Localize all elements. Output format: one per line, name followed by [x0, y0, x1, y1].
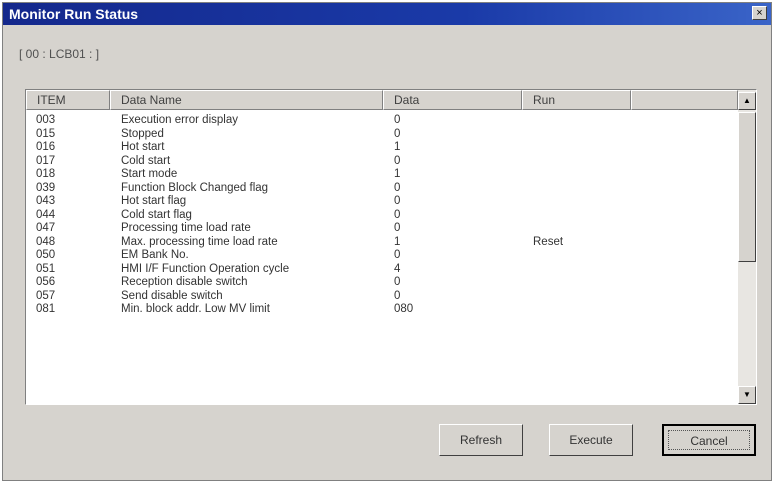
row-data-cell: 0: [394, 154, 401, 167]
row-data-name-cell: Execution error display: [121, 114, 238, 126]
table-row[interactable]: 057 Send disable switch 0: [26, 290, 738, 304]
execute-label: Execute: [569, 433, 613, 447]
scroll-thumb[interactable]: [738, 112, 756, 262]
row-data-cell: 1: [394, 141, 401, 153]
row-item-cell: 047: [36, 222, 56, 234]
row-item-cell: 015: [36, 127, 56, 140]
row-data-cell: 0: [394, 208, 401, 221]
row-data-cell: 0: [394, 249, 401, 261]
row-item-cell: 039: [36, 181, 56, 194]
row-data-cell: 0: [394, 276, 401, 288]
title-bar[interactable]: Monitor Run Status ×: [3, 3, 771, 25]
row-data-cell: 0: [394, 127, 401, 140]
row-data-name-cell: Function Block Changed flag: [121, 181, 269, 194]
station-address: [ 00 : LCB01 : ]: [19, 47, 100, 61]
row-item-cell: 051: [36, 262, 56, 275]
row-data-cell: 0: [394, 222, 401, 234]
row-data-name-cell: Cold start: [121, 154, 171, 167]
table-row[interactable]: 050 EM Bank No. 0: [26, 249, 738, 263]
refresh-button[interactable]: Refresh: [439, 424, 523, 456]
row-item-cell: 044: [36, 208, 56, 221]
row-item-cell: 003: [36, 114, 56, 126]
row-data-cell: 1: [394, 235, 401, 248]
table-row[interactable]: 048 Max. processing time load rate 1 Reset: [26, 236, 738, 250]
row-item-cell: 017: [36, 154, 56, 167]
up-arrow-icon: ▲: [743, 96, 751, 105]
row-item-cell: 043: [36, 195, 56, 207]
table-row[interactable]: 015 Stopped 0: [26, 128, 738, 142]
row-item-cell: 016: [36, 141, 56, 153]
row-item-cell: 018: [36, 168, 56, 180]
row-data-name-cell: Hot start: [121, 141, 165, 153]
column-header-item[interactable]: ITEM: [26, 90, 110, 110]
status-list[interactable]: ITEM Data Name Data Run 003 Execution err…: [25, 89, 757, 405]
row-item-cell: 057: [36, 289, 56, 302]
row-data-cell: 4: [394, 262, 401, 275]
row-item-cell: 050: [36, 249, 56, 261]
table-row[interactable]: 017 Cold start 0: [26, 155, 738, 169]
column-header-empty[interactable]: [631, 90, 738, 110]
vertical-scrollbar[interactable]: ▲ ▼: [738, 90, 756, 404]
refresh-label: Refresh: [459, 433, 503, 447]
scroll-down-button[interactable]: ▼: [738, 386, 756, 404]
down-arrow-icon: ▼: [743, 390, 751, 399]
row-data-cell: 0: [394, 195, 401, 207]
execute-button[interactable]: Execute: [549, 424, 633, 456]
close-button[interactable]: ×: [752, 6, 767, 20]
row-data-name-cell: Stopped: [121, 127, 164, 140]
row-data-cell: 080: [394, 303, 414, 315]
column-header-data-name[interactable]: Data Name: [110, 90, 383, 110]
row-data-name-cell: Reception disable switch: [121, 276, 248, 288]
row-data-name-cell: Min. block addr. Low MV limit: [121, 303, 270, 315]
column-header-run[interactable]: Run: [522, 90, 631, 110]
row-data-name-cell: EM Bank No.: [121, 249, 189, 261]
monitor-run-status-dialog: Monitor Run Status × [ 00 : LCB01 : ] IT…: [2, 2, 772, 481]
table-row[interactable]: 056 Reception disable switch 0: [26, 276, 738, 290]
row-data-cell: 0: [394, 289, 401, 302]
column-header-data[interactable]: Data: [383, 90, 522, 110]
table-row[interactable]: 018 Start mode 1: [26, 168, 738, 182]
row-data-name-cell: Send disable switch: [121, 289, 223, 302]
row-data-name-cell: Processing time load rate: [121, 222, 251, 234]
window-title: Monitor Run Status: [9, 6, 139, 22]
scroll-up-button[interactable]: ▲: [738, 92, 756, 110]
row-item-cell: 056: [36, 276, 56, 288]
cancel-label: Cancel: [690, 434, 728, 448]
row-data-name-cell: Cold start flag: [121, 208, 192, 221]
table-row[interactable]: 016 Hot start 1: [26, 141, 738, 155]
table-row[interactable]: 003 Execution error display 0: [26, 114, 738, 128]
table-row[interactable]: 081 Min. block addr. Low MV limit 080: [26, 303, 738, 317]
table-row[interactable]: 051 HMI I/F Function Operation cycle 4: [26, 263, 738, 277]
row-data-cell: 1: [394, 168, 401, 180]
close-icon: ×: [756, 7, 763, 19]
table-row[interactable]: 043 Hot start flag 0: [26, 195, 738, 209]
table-row[interactable]: 039 Function Block Changed flag 0: [26, 182, 738, 196]
table-row[interactable]: 047 Processing time load rate 0: [26, 222, 738, 236]
cancel-button[interactable]: Cancel: [662, 424, 756, 456]
row-data-cell: 0: [394, 114, 401, 126]
table-row[interactable]: 044 Cold start flag 0: [26, 209, 738, 223]
row-run-cell: Reset: [533, 235, 564, 248]
list-rows: 003 Execution error display 0 015 Stopped 0 01…: [26, 114, 738, 317]
row-item-cell: 048: [36, 235, 56, 248]
row-item-cell: 081: [36, 303, 56, 315]
row-data-name-cell: Start mode: [121, 168, 178, 180]
row-data-cell: 0: [394, 181, 401, 194]
row-data-name-cell: Max. processing time load rate: [121, 235, 278, 248]
row-data-name-cell: Hot start flag: [121, 195, 187, 207]
list-header: ITEM Data Name Data Run: [26, 90, 738, 110]
row-data-name-cell: HMI I/F Function Operation cycle: [121, 262, 290, 275]
